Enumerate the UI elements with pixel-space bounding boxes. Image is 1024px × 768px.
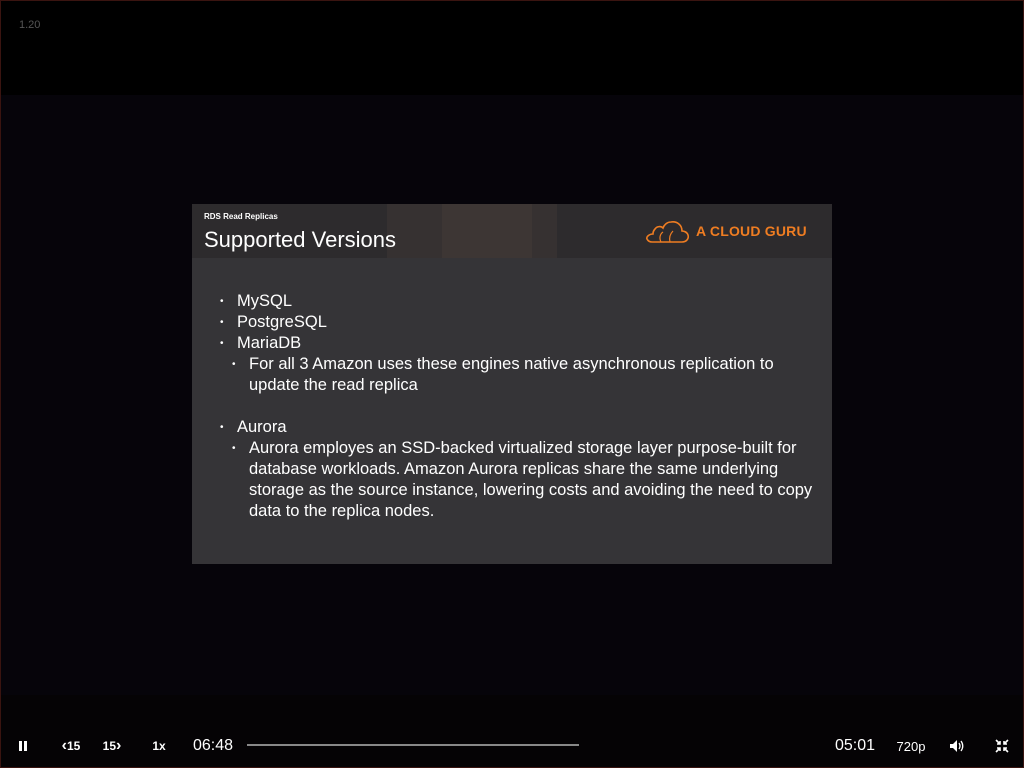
slide-title: Supported Versions bbox=[204, 227, 397, 252]
volume-button[interactable] bbox=[946, 728, 968, 764]
bullet-item: PostgreSQL bbox=[220, 312, 820, 333]
forward-15-button[interactable]: 15 › bbox=[98, 728, 126, 764]
brand-logo: A CLOUD GURU bbox=[644, 218, 807, 244]
cloud-logo-icon bbox=[646, 221, 690, 243]
sub-bullet-item: For all 3 Amazon uses these engines nati… bbox=[232, 354, 820, 396]
remaining-time: 05:01 bbox=[835, 737, 876, 754]
volume-icon bbox=[950, 740, 964, 752]
bullet-item: Aurora bbox=[220, 417, 820, 438]
player-top-bar: 1.20 bbox=[1, 1, 1023, 95]
slide-body: MySQL PostgreSQL MariaDB For all 3 Amazo… bbox=[220, 291, 820, 522]
pause-button[interactable] bbox=[11, 728, 35, 764]
player-version: 1.20 bbox=[19, 19, 41, 31]
playback-speed-button[interactable]: 1x bbox=[147, 728, 171, 764]
slide-subtitle: RDS Read Replicas bbox=[204, 212, 278, 221]
rewind-label: 15 bbox=[66, 739, 81, 753]
sub-bullet-item: Aurora employes an SSD-backed virtualize… bbox=[232, 438, 820, 522]
slide-header: RDS Read Replicas Supported Versions A C… bbox=[192, 204, 832, 258]
exit-fullscreen-icon bbox=[995, 739, 1009, 753]
bullet-item: MySQL bbox=[220, 291, 820, 312]
progress-bar[interactable] bbox=[247, 744, 579, 746]
rewind-15-button[interactable]: ‹ 15 bbox=[57, 728, 85, 764]
quality-button[interactable]: 720p bbox=[894, 728, 928, 764]
brand-name: A CLOUD GURU bbox=[696, 223, 807, 239]
forward-label: 15 bbox=[102, 739, 117, 753]
chevron-right-icon: › bbox=[116, 737, 122, 754]
bullet-item: MariaDB bbox=[220, 333, 820, 354]
player-controls: ‹ 15 15 › 1x 06:48 05:01 720p bbox=[1, 728, 1023, 764]
exit-fullscreen-button[interactable] bbox=[991, 728, 1013, 764]
slide: RDS Read Replicas Supported Versions A C… bbox=[192, 204, 832, 564]
current-time: 06:48 bbox=[193, 737, 234, 754]
pause-icon bbox=[19, 741, 27, 751]
